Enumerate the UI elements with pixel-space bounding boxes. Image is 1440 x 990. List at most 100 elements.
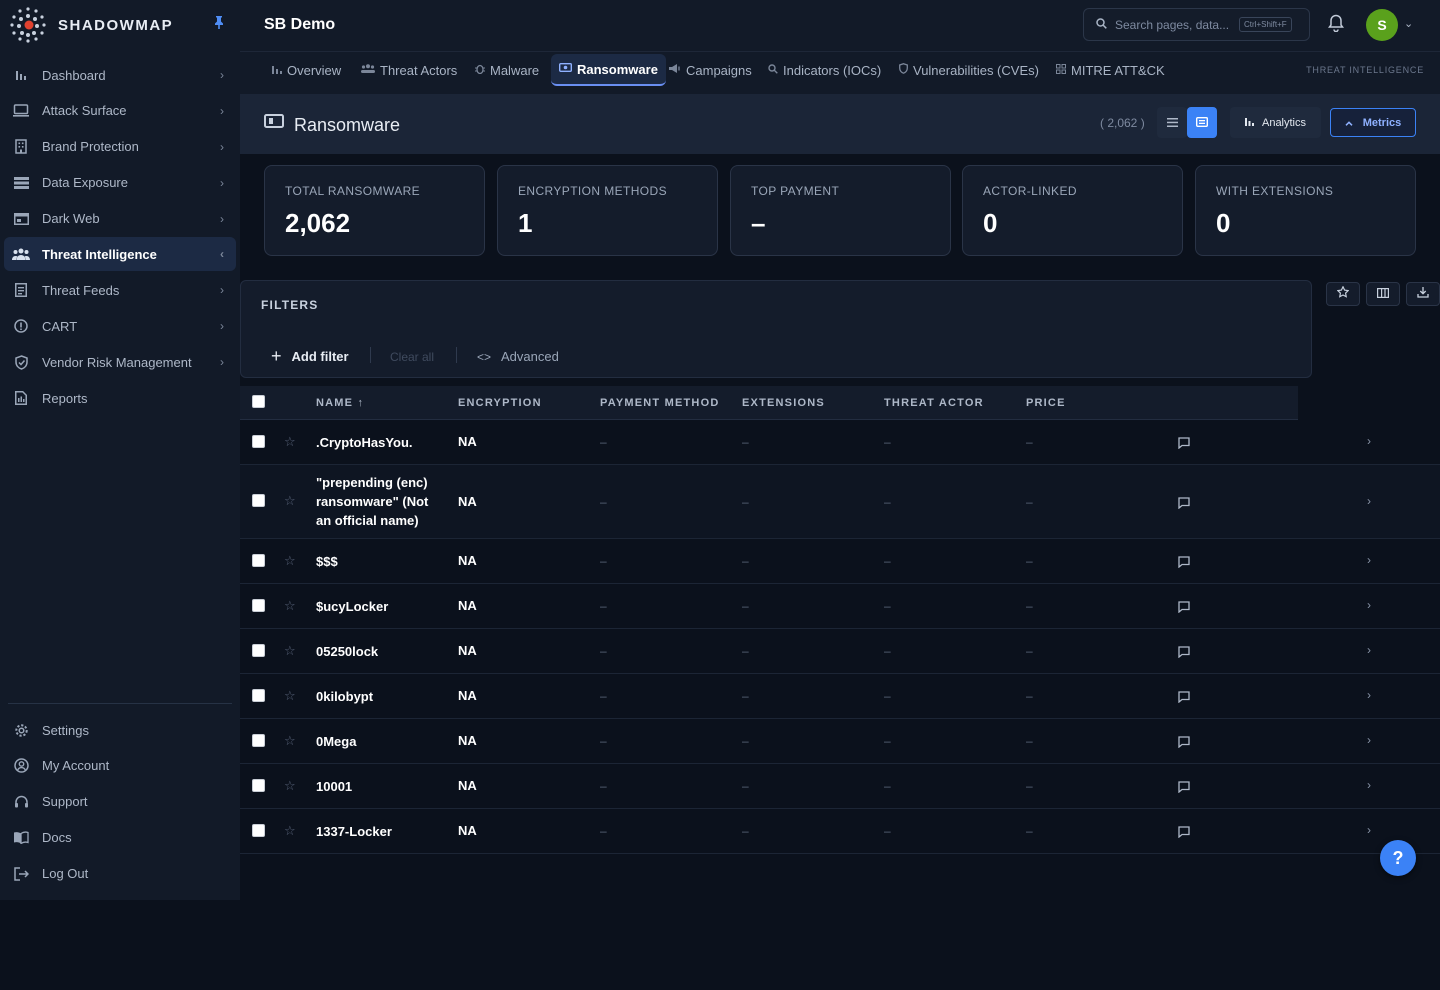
chevron-down-icon[interactable]: ⌄ (1404, 17, 1413, 30)
comment-icon[interactable] (1178, 735, 1190, 753)
row-checkbox[interactable] (252, 824, 265, 837)
row-checkbox[interactable] (252, 689, 265, 702)
star-icon[interactable]: ☆ (284, 688, 296, 704)
table-row[interactable]: ☆ 1337-Locker NA – – – – › (240, 809, 1440, 854)
ransomware-name[interactable]: 0kilobypt (316, 687, 434, 706)
chevron-right-icon[interactable]: › (1367, 733, 1371, 747)
favorites-button[interactable] (1326, 282, 1360, 306)
card-view-button[interactable] (1187, 107, 1217, 138)
comment-icon[interactable] (1178, 436, 1190, 454)
table-row[interactable]: ☆ 10001 NA – – – – › (240, 764, 1440, 809)
comment-icon[interactable] (1178, 496, 1190, 514)
user-avatar[interactable]: S (1366, 9, 1398, 41)
comment-icon[interactable] (1178, 690, 1190, 708)
sidebar-item-docs[interactable]: Docs (4, 821, 236, 855)
comment-icon[interactable] (1178, 555, 1190, 573)
star-icon[interactable]: ☆ (284, 823, 296, 839)
select-all-checkbox[interactable] (252, 395, 265, 408)
sidebar-item-cart[interactable]: CART › (4, 309, 236, 343)
row-checkbox[interactable] (252, 554, 265, 567)
sidebar-item-settings[interactable]: Settings (4, 713, 236, 747)
tab-threat-actors[interactable]: Threat Actors (353, 54, 465, 86)
table-row[interactable]: ☆ "prepending (enc) ransomware" (Not an … (240, 465, 1440, 539)
star-icon[interactable]: ☆ (284, 778, 296, 794)
sidebar-item-log-out[interactable]: Log Out (4, 857, 236, 891)
row-checkbox[interactable] (252, 494, 265, 507)
comment-icon[interactable] (1178, 780, 1190, 798)
sidebar-item-threat-feeds[interactable]: Threat Feeds › (4, 273, 236, 307)
comment-icon[interactable] (1178, 825, 1190, 843)
column-header-encryption[interactable]: ENCRYPTION (458, 397, 542, 409)
advanced-filter-button[interactable]: <> Advanced (477, 349, 559, 364)
export-button[interactable] (1406, 282, 1440, 306)
column-header-threat-actor[interactable]: THREAT ACTOR (884, 397, 984, 409)
row-checkbox[interactable] (252, 644, 265, 657)
column-header-payment-method[interactable]: PAYMENT METHOD (600, 397, 719, 409)
clear-all-button[interactable]: Clear all (390, 350, 434, 364)
ransomware-name[interactable]: $$$ (316, 552, 434, 571)
ransomware-name[interactable]: $ucyLocker (316, 597, 434, 616)
table-row[interactable]: ☆ 05250lock NA – – – – › (240, 629, 1440, 674)
chevron-right-icon[interactable]: › (1367, 494, 1371, 508)
sidebar-item-data-exposure[interactable]: Data Exposure › (4, 166, 236, 200)
ransomware-name[interactable]: "prepending (enc) ransomware" (Not an of… (316, 473, 434, 530)
chevron-right-icon[interactable]: › (1367, 643, 1371, 657)
sidebar-item-reports[interactable]: Reports (4, 381, 236, 415)
row-checkbox[interactable] (252, 734, 265, 747)
table-row[interactable]: ☆ $$$ NA – – – – › (240, 539, 1440, 584)
sidebar-item-brand-protection[interactable]: Brand Protection › (4, 130, 236, 164)
chevron-right-icon[interactable]: › (1367, 823, 1371, 837)
sidebar-item-dark-web[interactable]: Dark Web › (4, 202, 236, 236)
table-row[interactable]: ☆ 0kilobypt NA – – – – › (240, 674, 1440, 719)
tab-ransomware[interactable]: Ransomware (551, 54, 666, 86)
star-icon[interactable]: ☆ (284, 643, 296, 659)
global-search[interactable]: Ctrl+Shift+F (1083, 8, 1310, 41)
chevron-right-icon[interactable]: › (1367, 598, 1371, 612)
ransomware-name[interactable]: 10001 (316, 777, 434, 796)
help-button[interactable]: ? (1380, 840, 1416, 876)
star-icon[interactable]: ☆ (284, 553, 296, 569)
tab-overview[interactable]: Overview (264, 54, 349, 86)
tab-vulnerabilities[interactable]: Vulnerabilities (CVEs) (891, 54, 1047, 86)
tab-malware[interactable]: Malware (467, 54, 547, 86)
tab-indicators[interactable]: Indicators (IOCs) (760, 54, 889, 86)
sidebar-item-support[interactable]: Support (4, 785, 236, 819)
pin-icon[interactable] (214, 16, 224, 32)
chevron-right-icon[interactable]: › (1367, 553, 1371, 567)
chevron-right-icon[interactable]: › (1367, 434, 1371, 448)
table-row[interactable]: ☆ .CryptoHasYou. NA – – – – › (240, 420, 1440, 465)
comment-icon[interactable] (1178, 600, 1190, 618)
brand-logo[interactable]: SHADOWMAP (8, 4, 173, 46)
column-header-name[interactable]: NAME ↑ (316, 397, 364, 409)
bell-icon[interactable] (1328, 14, 1344, 37)
ransomware-name[interactable]: 1337-Locker (316, 822, 434, 841)
column-header-price[interactable]: PRICE (1026, 397, 1066, 409)
tab-campaigns[interactable]: Campaigns (661, 54, 760, 86)
metrics-toggle-button[interactable]: Metrics (1330, 108, 1416, 137)
sidebar-item-vendor-risk[interactable]: Vendor Risk Management › (4, 345, 236, 379)
analytics-button[interactable]: Analytics (1230, 107, 1321, 138)
add-filter-button[interactable]: + Add filter (271, 346, 349, 367)
table-row[interactable]: ☆ 0Mega NA – – – – › (240, 719, 1440, 764)
star-icon[interactable]: ☆ (284, 434, 296, 450)
row-checkbox[interactable] (252, 599, 265, 612)
ransomware-name[interactable]: .CryptoHasYou. (316, 433, 413, 452)
chevron-right-icon[interactable]: › (1367, 688, 1371, 702)
tab-mitre[interactable]: MITRE ATT&CK (1048, 54, 1173, 86)
sidebar-item-attack-surface[interactable]: Attack Surface › (4, 94, 236, 128)
chevron-right-icon[interactable]: › (1367, 778, 1371, 792)
ransomware-name[interactable]: 0Mega (316, 732, 434, 751)
columns-button[interactable] (1366, 282, 1400, 306)
search-input[interactable] (1115, 17, 1233, 32)
sidebar-item-my-account[interactable]: My Account (4, 749, 236, 783)
row-checkbox[interactable] (252, 435, 265, 448)
star-icon[interactable]: ☆ (284, 733, 296, 749)
star-icon[interactable]: ☆ (284, 598, 296, 614)
sidebar-item-dashboard[interactable]: Dashboard › (4, 58, 236, 92)
table-row[interactable]: ☆ $ucyLocker NA – – – – › (240, 584, 1440, 629)
star-icon[interactable]: ☆ (284, 493, 296, 509)
row-checkbox[interactable] (252, 779, 265, 792)
comment-icon[interactable] (1178, 645, 1190, 663)
column-header-extensions[interactable]: EXTENSIONS (742, 397, 825, 409)
list-view-button[interactable] (1157, 107, 1187, 138)
